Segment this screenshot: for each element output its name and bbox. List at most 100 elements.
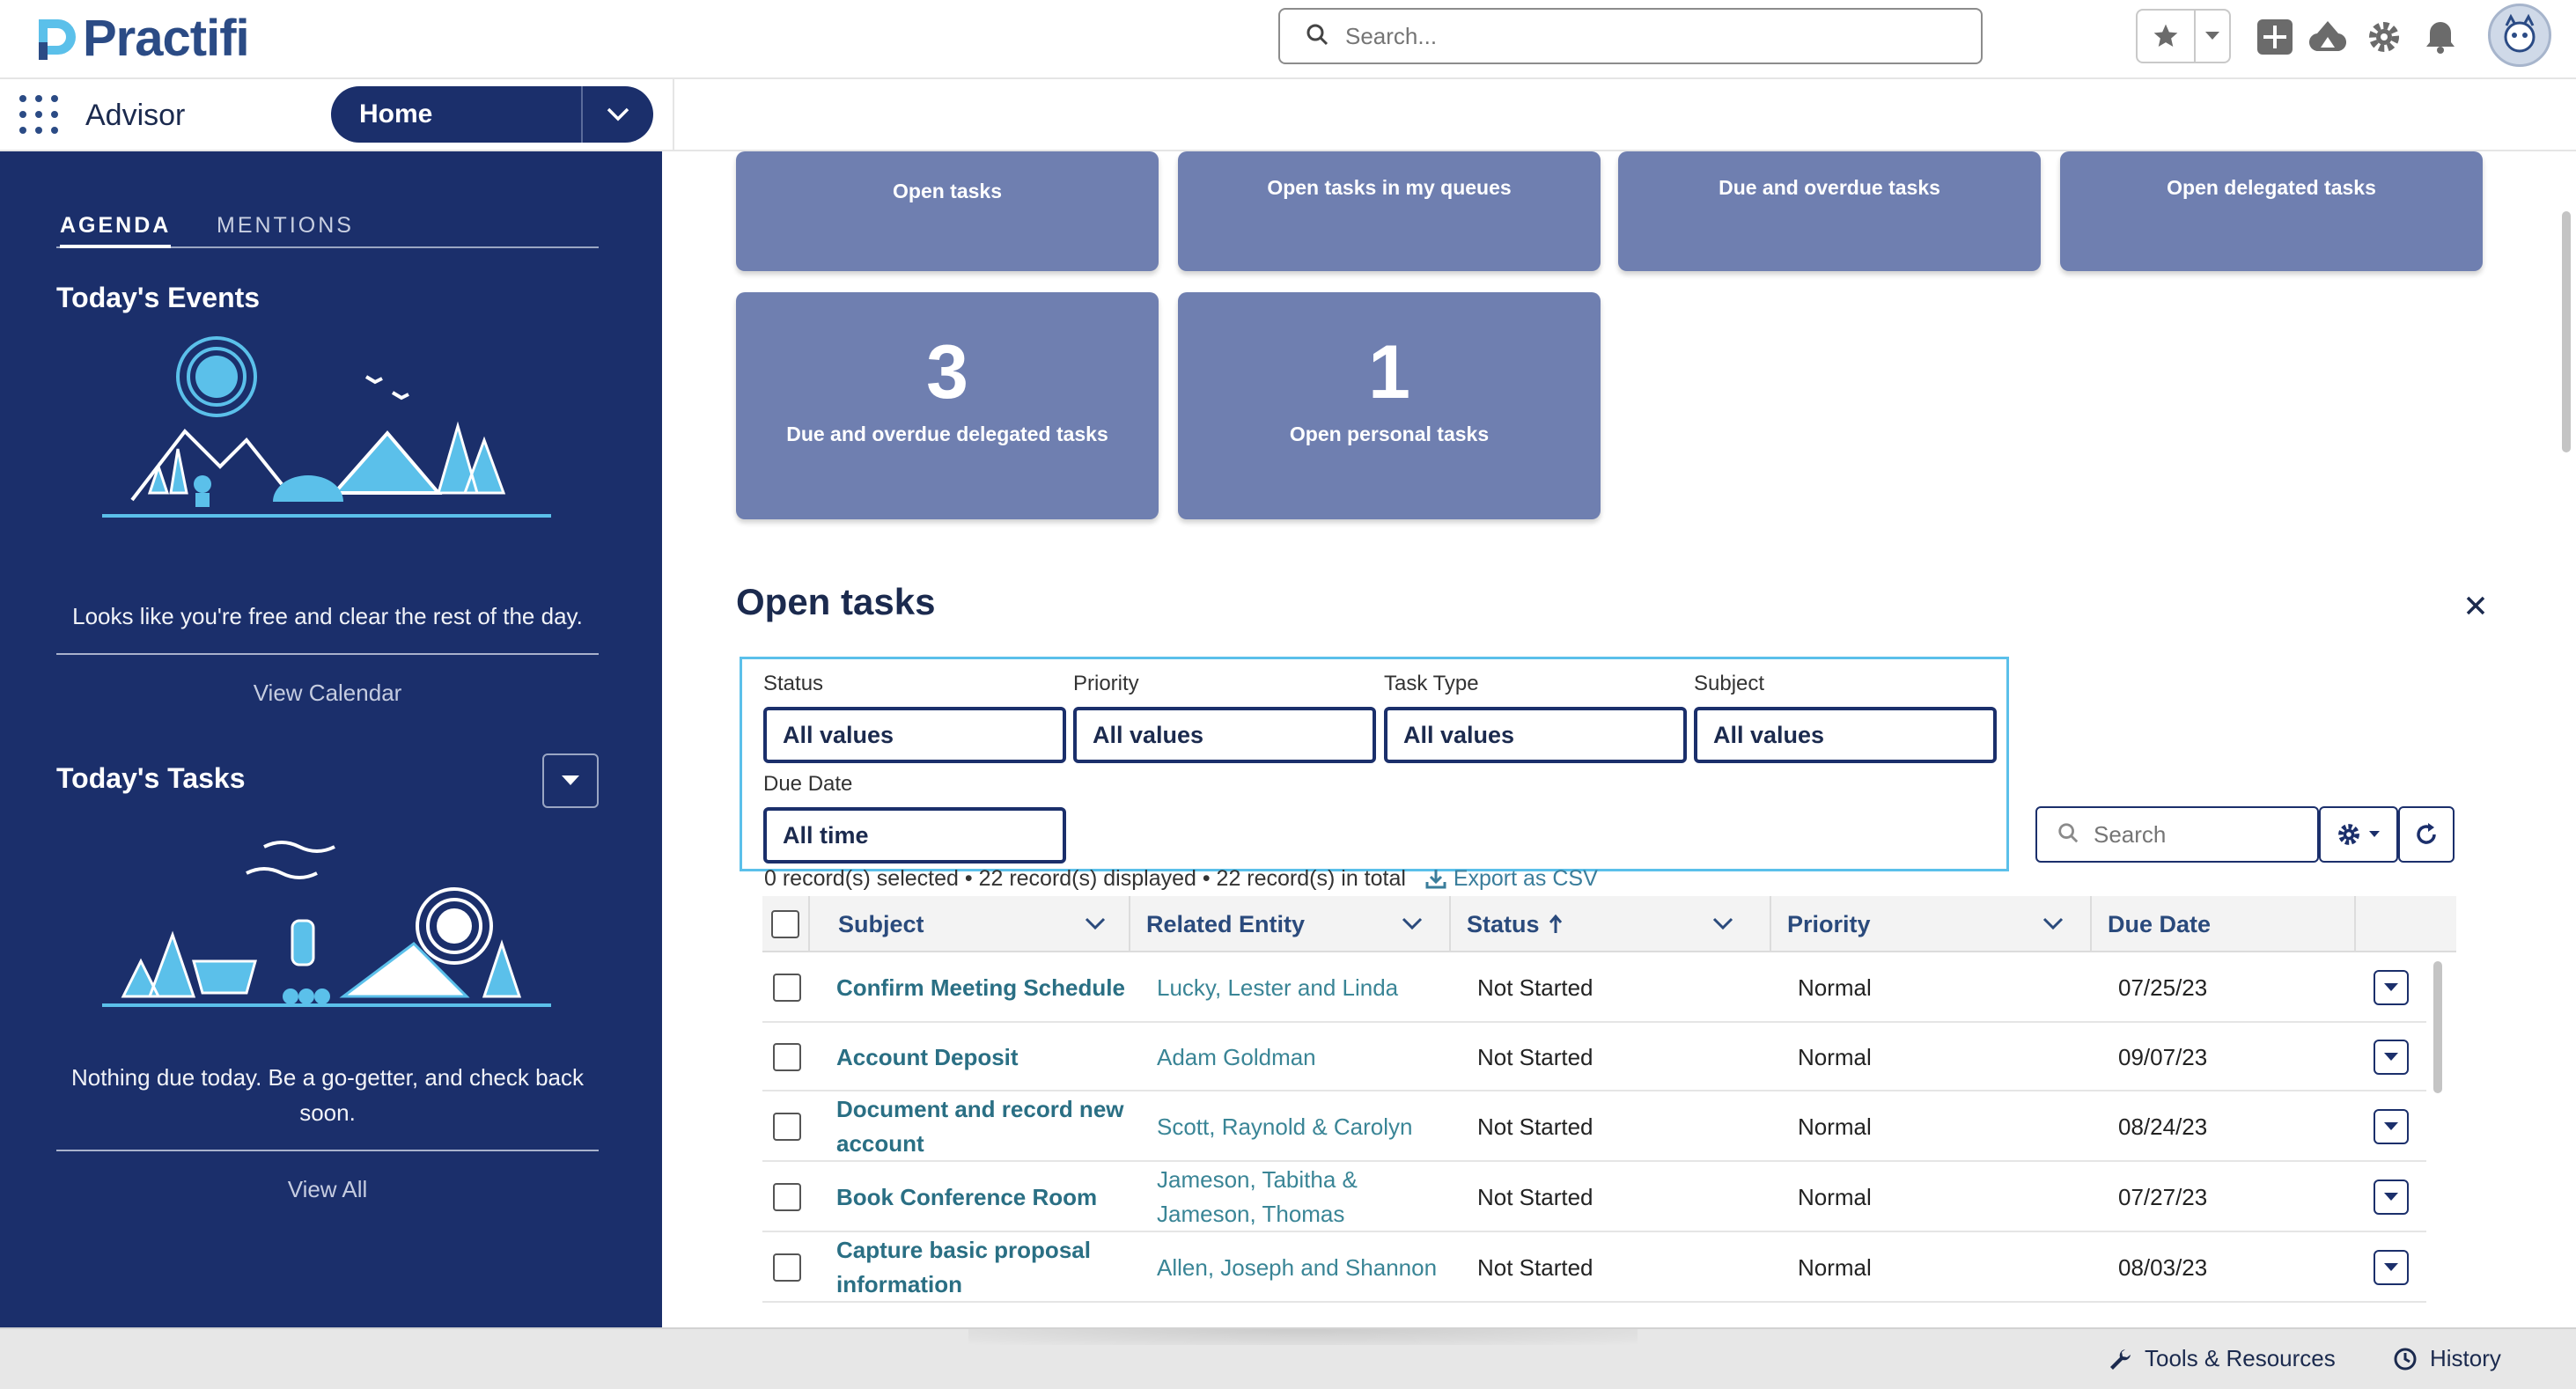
tab-mentions[interactable]: MENTIONS <box>217 213 354 246</box>
row-checkbox[interactable] <box>773 1113 801 1141</box>
practifi-logo[interactable]: Practifi <box>33 9 250 68</box>
status-value: Not Started <box>1477 1043 1593 1070</box>
task-type-filter-label: Task Type <box>1384 672 1479 695</box>
subject-link[interactable]: Confirm Meeting Schedule <box>836 952 1136 1023</box>
priority-value: Normal <box>1798 1113 1872 1140</box>
home-tab[interactable]: Home <box>331 86 653 143</box>
status-filter-label: Status <box>763 672 824 695</box>
due-date-value: 07/25/23 <box>2118 974 2208 1001</box>
refresh-icon[interactable] <box>2398 806 2455 863</box>
global-search-input[interactable] <box>1345 22 1944 50</box>
row-actions-chevron-down-icon[interactable] <box>2374 1040 2409 1075</box>
due-date-value: 09/07/23 <box>2118 1043 2208 1070</box>
subject-link[interactable]: Capture basic proposal information <box>836 1232 1136 1303</box>
priority-value: Normal <box>1798 974 1872 1001</box>
row-checkbox[interactable] <box>773 1253 801 1282</box>
tasks-filter-dropdown-button[interactable] <box>542 753 599 808</box>
events-empty-message: Looks like you're free and clear the res… <box>72 603 583 629</box>
divider <box>56 1150 599 1151</box>
related-entity-link[interactable]: Allen, Joseph and Shannon <box>1157 1232 1465 1303</box>
related-entity-link[interactable]: Adam Goldman <box>1157 1023 1465 1091</box>
close-icon[interactable] <box>2458 588 2493 623</box>
search-icon <box>2057 821 2079 849</box>
app-launcher-icon[interactable] <box>19 95 58 134</box>
status-value: Not Started <box>1477 1183 1593 1210</box>
table-settings-gear-icon[interactable] <box>2319 806 2398 863</box>
main-content: Open tasks Open tasks in my queues Due a… <box>662 151 2576 1327</box>
task-type-filter-select[interactable]: All values <box>1384 707 1687 763</box>
notifications-bell-icon[interactable] <box>2419 16 2462 58</box>
table-header: Subject Related Entity Status Priority D… <box>762 896 2456 952</box>
column-header-priority[interactable]: Priority <box>1771 896 2092 952</box>
tasks-empty-message: Nothing due today. Be a go-getter, and c… <box>70 1064 585 1126</box>
row-actions-chevron-down-icon[interactable] <box>2374 970 2409 1005</box>
related-entity-link[interactable]: Lucky, Lester and Linda <box>1157 952 1465 1023</box>
tile-due-and-overdue-tasks[interactable]: Due and overdue tasks <box>1618 151 2041 271</box>
due-date-value: 07/27/23 <box>2118 1183 2208 1210</box>
row-actions-chevron-down-icon[interactable] <box>2374 1250 2409 1285</box>
tab-agenda[interactable]: AGENDA <box>60 213 172 248</box>
tile-label: Due and overdue delegated tasks <box>786 423 1108 445</box>
tile-due-and-overdue-delegated-tasks[interactable]: 3 Due and overdue delegated tasks <box>736 292 1159 519</box>
row-checkbox[interactable] <box>773 1043 801 1071</box>
subject-link[interactable]: Book Conference Room <box>836 1162 1136 1232</box>
favorites-menu-chevron-down-icon[interactable] <box>2196 11 2229 62</box>
home-tab-chevron-down-icon[interactable] <box>583 107 653 121</box>
related-entity-link[interactable]: Jameson, Tabitha & Jameson, Thomas <box>1157 1162 1421 1232</box>
table-row: Confirm Meeting Schedule Lucky, Lester a… <box>762 952 2426 1023</box>
column-header-subject[interactable]: Subject <box>810 896 1130 952</box>
due-date-filter-select[interactable]: All time <box>763 807 1066 864</box>
trailhead-icon[interactable] <box>2307 16 2349 58</box>
subject-filter-select[interactable]: All values <box>1694 707 1997 763</box>
global-search-box[interactable] <box>1278 8 1983 64</box>
export-csv-link[interactable]: Export as CSV <box>1424 866 1598 891</box>
tile-open-tasks[interactable]: Open tasks <box>736 151 1159 271</box>
column-header-related-entity[interactable]: Related Entity <box>1130 896 1451 952</box>
table-search-input[interactable] <box>2094 820 2314 849</box>
priority-value: Normal <box>1798 1183 1872 1210</box>
tile-count: 1 <box>1368 330 1410 415</box>
status-value: Not Started <box>1477 974 1593 1001</box>
user-avatar[interactable] <box>2488 4 2551 67</box>
search-icon <box>1305 22 1329 51</box>
table-search-box[interactable] <box>2035 806 2319 863</box>
tools-and-resources-button[interactable]: Tools & Resources <box>2108 1345 2336 1372</box>
row-checkbox[interactable] <box>773 1183 801 1211</box>
subject-link[interactable]: Document and record new account <box>836 1091 1136 1162</box>
row-actions-chevron-down-icon[interactable] <box>2374 1109 2409 1144</box>
due-date-filter-label: Due Date <box>763 772 853 796</box>
tile-open-tasks-in-my-queues[interactable]: Open tasks in my queues <box>1178 151 1601 271</box>
subject-link[interactable]: Account Deposit <box>836 1023 1136 1091</box>
priority-filter-select[interactable]: All values <box>1073 707 1376 763</box>
record-count-text: 0 record(s) selected • 22 record(s) disp… <box>764 866 1406 891</box>
column-header-due-date[interactable]: Due Date <box>2092 896 2356 952</box>
tile-open-delegated-tasks[interactable]: Open delegated tasks <box>2060 151 2483 271</box>
view-calendar-link[interactable]: View Calendar <box>56 680 599 707</box>
tile-open-personal-tasks[interactable]: 1 Open personal tasks <box>1178 292 1601 519</box>
chevron-down-icon <box>1402 917 1423 930</box>
select-all-checkbox[interactable] <box>771 910 799 938</box>
column-header-status[interactable]: Status <box>1451 896 1771 952</box>
priority-filter-label: Priority <box>1073 672 1139 695</box>
tile-count: 3 <box>926 330 968 415</box>
row-actions-chevron-down-icon[interactable] <box>2374 1180 2409 1215</box>
related-entity-link[interactable]: Scott, Raynold & Carolyn <box>1157 1091 1465 1162</box>
record-count-info: 0 record(s) selected • 22 record(s) disp… <box>764 866 1598 892</box>
history-button[interactable]: History <box>2393 1345 2501 1372</box>
setup-gear-icon[interactable] <box>2363 16 2405 58</box>
row-checkbox[interactable] <box>773 974 801 1002</box>
favorites-star-icon[interactable] <box>2138 11 2196 62</box>
chevron-down-icon <box>1085 917 1106 930</box>
global-add-icon[interactable] <box>2254 16 2296 58</box>
view-all-link[interactable]: View All <box>56 1176 599 1203</box>
subject-filter-label: Subject <box>1694 672 1765 695</box>
todays-tasks-heading: Today's Tasks <box>56 762 246 794</box>
status-filter-select[interactable]: All values <box>763 707 1066 763</box>
table-scrollbar[interactable] <box>2433 961 2442 1093</box>
priority-value: Normal <box>1798 1043 1872 1070</box>
section-title: Open tasks <box>736 581 936 622</box>
due-date-value: 08/24/23 <box>2118 1113 2208 1140</box>
table-row: Account Deposit Adam Goldman Not Started… <box>762 1023 2426 1091</box>
clock-icon <box>2394 1348 2417 1370</box>
page-scrollbar[interactable] <box>2562 211 2571 452</box>
